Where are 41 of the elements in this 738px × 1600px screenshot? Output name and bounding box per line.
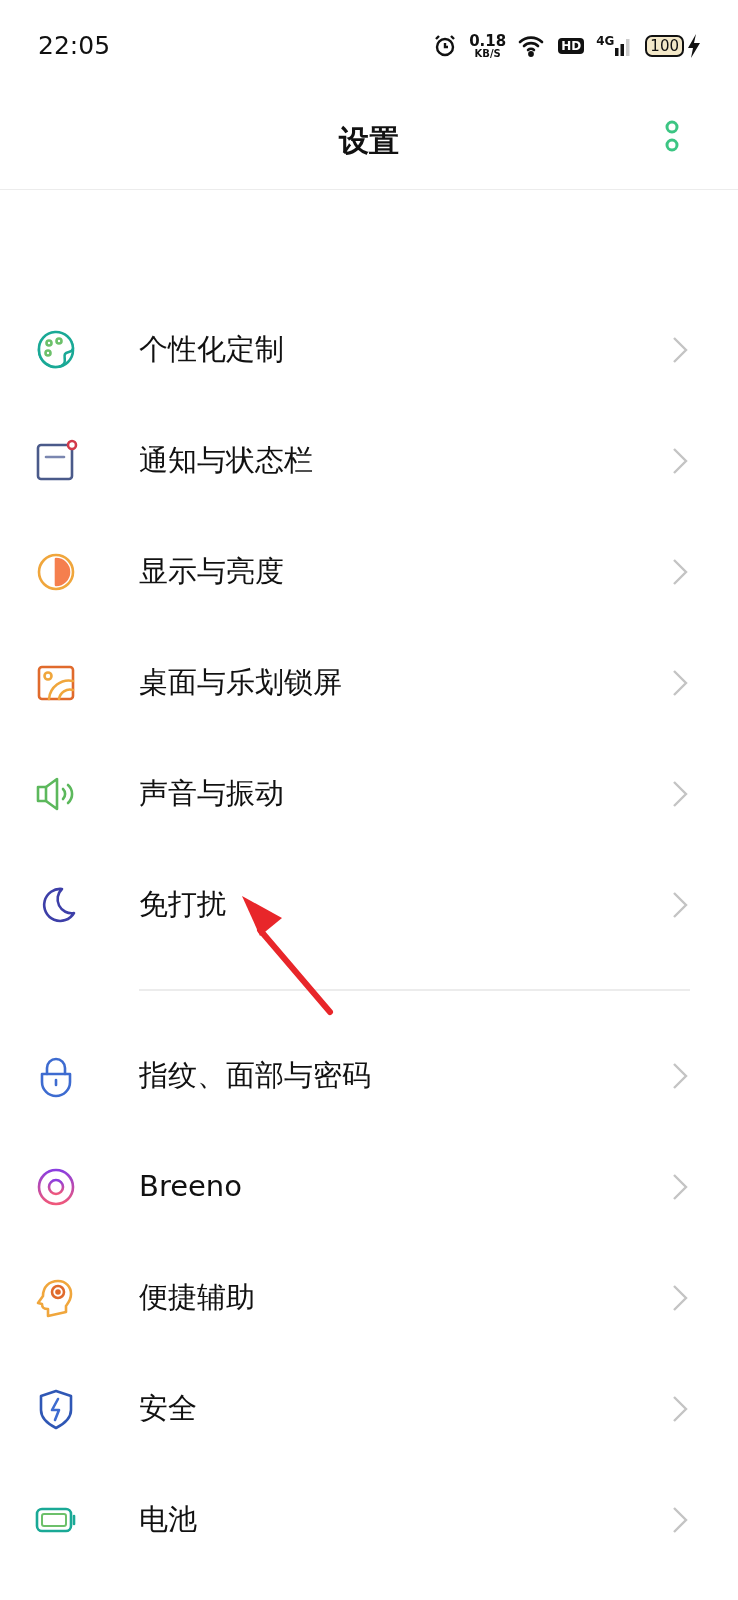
chevron-right-icon [672,1505,688,1534]
chevron-right-icon [672,446,688,475]
battery-level: 100 [645,35,684,57]
item-label: 个性化定制 [139,330,285,368]
settings-item[interactable]: 个性化定制 [0,294,738,405]
chevron-right-icon [672,1061,688,1090]
settings-item[interactable]: 指纹、面部与密码 [0,1020,738,1131]
settings-item[interactable]: 声音与振动 [0,738,738,849]
item-label: 通知与状态栏 [139,441,314,479]
chevron-right-icon [672,335,688,364]
status-time: 22:05 [38,30,111,63]
network-type: 4G [596,35,615,47]
item-label: 电池 [139,1500,198,1538]
item-label: 声音与振动 [139,774,285,812]
network-speed: 0.18 [469,33,507,49]
item-label: 便捷辅助 [139,1278,256,1316]
chevron-right-icon [672,779,688,808]
chevron-right-icon [672,557,688,586]
item-label: 指纹、面部与密码 [139,1056,372,1094]
settings-item[interactable]: 通知与状态栏 [0,405,738,516]
settings-item[interactable]: Breeno [0,1131,738,1242]
settings-item[interactable]: 免打扰 [0,849,738,960]
speed-unit: KB/S [474,48,501,59]
settings-item[interactable]: 显示与亮度 [0,516,738,627]
settings-item[interactable]: 安全 [0,1353,738,1464]
item-label: 显示与亮度 [139,552,285,590]
page-title: 设置 [339,122,399,160]
chevron-right-icon [672,1172,688,1201]
item-label: 免打扰 [139,885,227,923]
item-label: Breeno [139,1167,243,1205]
settings-item[interactable]: 电池 [0,1464,738,1575]
item-label: 安全 [139,1389,198,1427]
item-label: 桌面与乐划锁屏 [139,663,343,701]
settings-item[interactable]: 桌面与乐划锁屏 [0,627,738,738]
chevron-right-icon [672,1394,688,1423]
chevron-right-icon [672,1283,688,1312]
chevron-right-icon [672,668,688,697]
settings-item[interactable]: 便捷辅助 [0,1242,738,1353]
chevron-right-icon [672,890,688,919]
hd-badge: HD [558,38,585,54]
more-icon[interactable] [664,120,680,152]
